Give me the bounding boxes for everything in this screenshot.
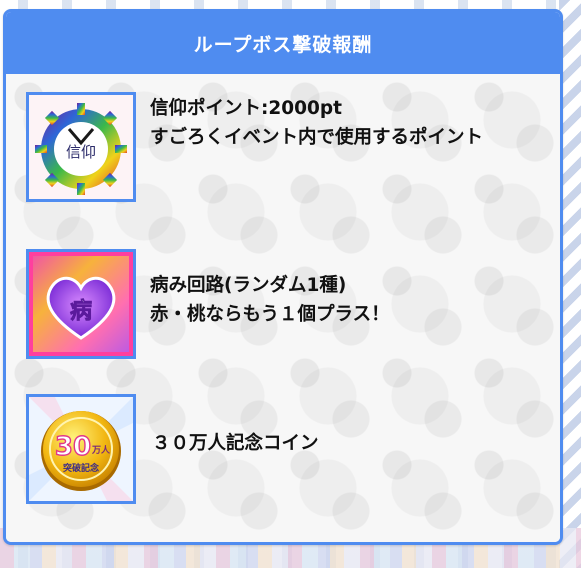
coin-unit: 万人 [91, 444, 111, 456]
sick-circuit-heart-icon: 病 [29, 252, 133, 356]
reward-list: 信仰 信仰ポイント:2000pt すごろくイベント内で使用するポイント 病 病み… [6, 74, 560, 542]
reward-thumbnail: 病 [26, 249, 136, 359]
coin-number: 30 [55, 432, 91, 462]
panel-title: ループボス撃破報酬 [193, 33, 373, 56]
reward-description: ３０万人記念コイン [152, 433, 319, 454]
reward-item-sick-circuit[interactable]: 病 病み回路(ランダム1種) 赤・桃ならもう１個プラス！ [26, 249, 548, 359]
reward-item-commemorative-coin[interactable]: 30 万人 突破記念 ３０万人記念コイン [26, 394, 548, 504]
reward-item-faith-points[interactable]: 信仰 信仰ポイント:2000pt すごろくイベント内で使用するポイント [26, 92, 548, 202]
badge-text: 信仰 [66, 143, 96, 161]
faith-points-badge-icon: 信仰 [29, 95, 133, 199]
reward-name: 病み回路(ランダム1種) [150, 275, 347, 296]
reward-thumbnail: 信仰 [26, 92, 136, 202]
panel-header: ループボス撃破報酬 [6, 12, 560, 74]
300k-commemorative-coin-icon: 30 万人 突破記念 [29, 397, 133, 501]
coin-caption: 突破記念 [63, 462, 99, 474]
reward-panel: ループボス撃破報酬 信仰 信仰ポイント:2000pt すごろくイベント内で使用す… [3, 9, 563, 545]
reward-thumbnail: 30 万人 突破記念 [26, 394, 136, 504]
reward-description: 赤・桃ならもう１個プラス！ [150, 304, 390, 325]
reward-name: 信仰ポイント:2000pt [150, 98, 342, 119]
badge-text: 病 [70, 298, 92, 324]
reward-description: すごろくイベント内で使用するポイント [150, 127, 484, 148]
